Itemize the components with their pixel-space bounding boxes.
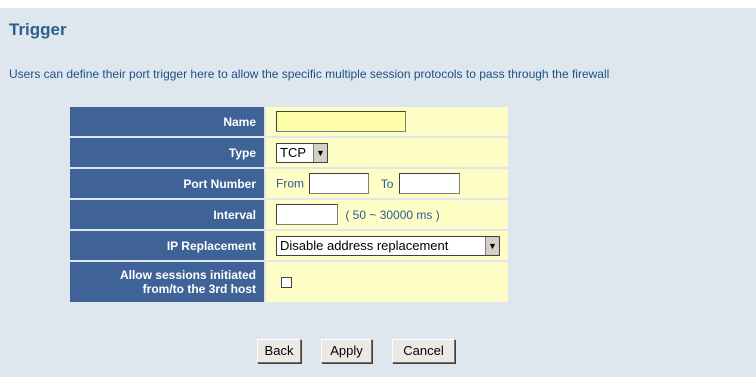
ip-replacement-label: IP Replacement: [70, 231, 264, 260]
allow-sessions-checkbox[interactable]: [281, 277, 292, 289]
allow-sessions-label: Allow sessions initiated from/to the 3rd…: [70, 262, 264, 302]
row-type: Type TCP ▼: [70, 138, 508, 167]
type-select[interactable]: TCP ▼: [276, 142, 328, 163]
chevron-down-icon[interactable]: ▼: [313, 143, 327, 162]
row-interval: Interval ( 50 ~ 30000 ms ): [70, 200, 508, 229]
row-name: Name: [70, 107, 508, 136]
name-input[interactable]: [276, 111, 406, 132]
type-select-value: TCP: [280, 144, 306, 160]
row-allow-sessions: Allow sessions initiated from/to the 3rd…: [70, 262, 508, 302]
type-cell: TCP ▼: [266, 138, 508, 167]
port-to-input[interactable]: [398, 173, 460, 194]
ip-replacement-value: Disable address replacement: [280, 237, 449, 253]
interval-label: Interval: [70, 200, 264, 229]
cancel-button[interactable]: Cancel: [392, 339, 455, 363]
port-to-label: To: [380, 176, 394, 191]
content-panel: Trigger Users can define their port trig…: [0, 8, 756, 377]
back-button[interactable]: Back: [257, 339, 301, 363]
interval-cell: ( 50 ~ 30000 ms ): [266, 200, 508, 229]
chevron-down-icon[interactable]: ▼: [485, 236, 499, 255]
name-label: Name: [70, 107, 264, 136]
port-number-label: Port Number: [70, 169, 264, 198]
row-port-number: Port Number From To: [70, 169, 508, 198]
ip-replacement-cell: Disable address replacement ▼: [266, 231, 508, 260]
page-description: Users can define their port trigger here…: [9, 67, 610, 81]
row-ip-replacement: IP Replacement Disable address replaceme…: [70, 231, 508, 260]
allow-sessions-label-line2: from/to the 3rd host: [142, 282, 256, 296]
name-cell: [266, 107, 508, 136]
apply-button[interactable]: Apply: [321, 339, 372, 363]
allow-sessions-cell: [266, 262, 508, 302]
type-label: Type: [70, 138, 264, 167]
interval-input[interactable]: [276, 204, 338, 225]
port-number-cell: From To: [266, 169, 508, 198]
interval-hint: ( 50 ~ 30000 ms ): [345, 207, 440, 222]
ip-replacement-select[interactable]: Disable address replacement ▼: [276, 235, 500, 256]
port-from-label: From: [276, 176, 304, 191]
page-title: Trigger: [9, 20, 67, 39]
trigger-form: Name Type TCP ▼ Port Number From To Inte…: [68, 105, 510, 304]
port-from-input[interactable]: [309, 173, 370, 194]
allow-sessions-label-line1: Allow sessions initiated: [119, 268, 256, 282]
